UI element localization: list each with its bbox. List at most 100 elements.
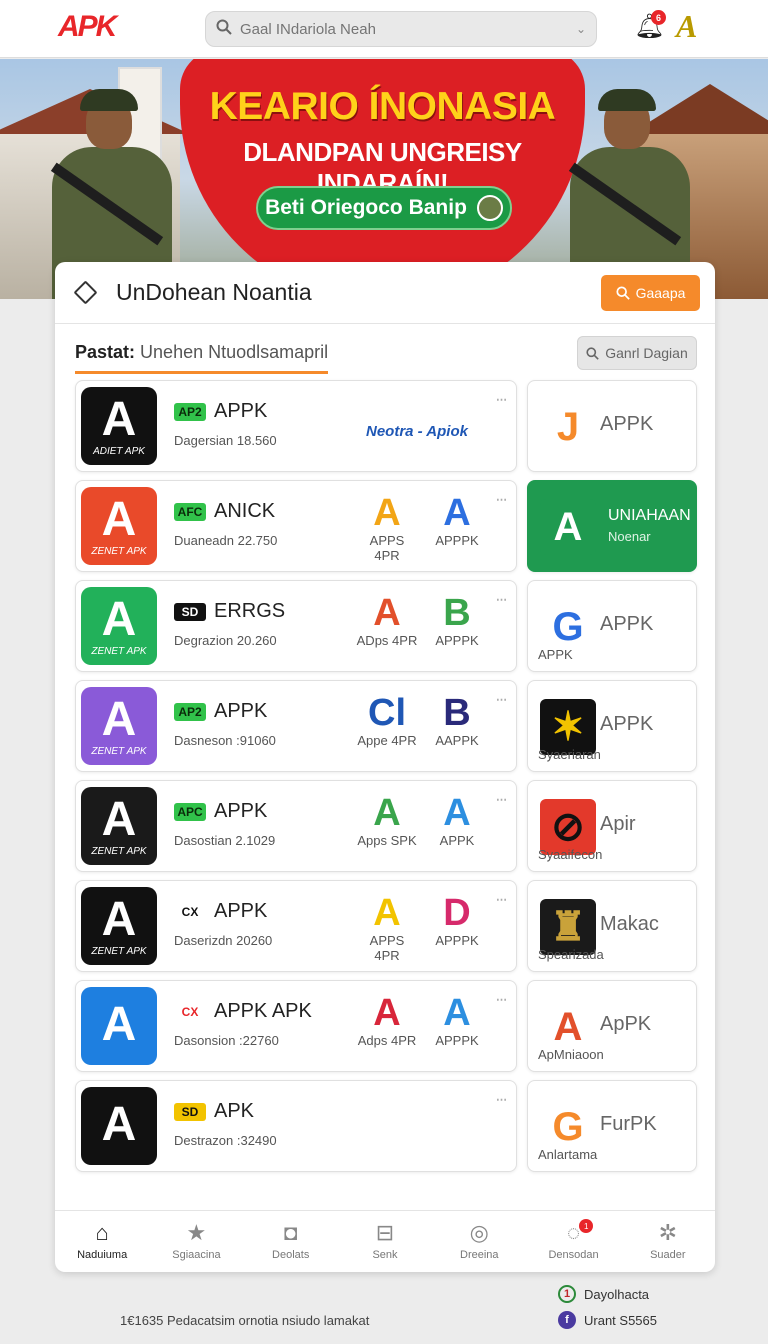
search-input[interactable] bbox=[240, 20, 576, 38]
app-logo-icon: A bbox=[101, 392, 137, 446]
app-list: A ADIET APK AP2 APPK Dagersian 18.560 ⋯ … bbox=[75, 380, 697, 1180]
nav-item-suader[interactable]: ✲ Suader bbox=[621, 1211, 715, 1272]
app-name: APPK APK bbox=[214, 1000, 312, 1022]
badge-icon bbox=[476, 195, 503, 221]
app-card[interactable]: A ZENET APK APC APPK Dasostian 2.1029 ⋯ … bbox=[75, 780, 517, 872]
nav-item-senk[interactable]: ⊟ Senk bbox=[338, 1211, 432, 1272]
app-description: Daserizdn 20260 bbox=[174, 933, 273, 948]
app-icon-caption: ZENET APK bbox=[91, 745, 147, 757]
related-app-subtitle: Syaeriaran bbox=[538, 747, 601, 762]
search-icon bbox=[216, 19, 232, 40]
app-tag: AP2 bbox=[174, 403, 206, 421]
related-app-card[interactable]: A ApPK ApMniaoon bbox=[527, 980, 697, 1072]
variant-label: APPPK bbox=[435, 1033, 479, 1048]
app-description: Dasonsion :22760 bbox=[174, 1033, 279, 1048]
variant-label: Apps SPK bbox=[357, 833, 417, 848]
variant-label: APPPK bbox=[435, 933, 479, 948]
app-variant-1[interactable]: A Adps 4PR bbox=[356, 993, 418, 1048]
related-app-subtitle: Anlartama bbox=[538, 1147, 598, 1162]
app-card[interactable]: A ZENET APK AP2 APPK Dasneson :91060 ⋯ C… bbox=[75, 680, 517, 772]
more-options-icon[interactable]: ⋯ bbox=[496, 793, 508, 806]
box-icon: ⊟ bbox=[375, 1220, 395, 1245]
app-variant-1[interactable]: A ADps 4PR bbox=[356, 593, 418, 648]
related-app-card[interactable]: G FurPK Anlartama bbox=[527, 1080, 697, 1172]
nav-item-deolats[interactable]: ◘ Deolats bbox=[244, 1211, 338, 1272]
app-logo-icon: A bbox=[101, 998, 137, 1051]
app-card[interactable]: A SD APK Destrazon :32490 ⋯ bbox=[75, 1080, 517, 1172]
more-options-icon[interactable]: ⋯ bbox=[496, 393, 508, 406]
related-app-card[interactable]: G APPK APPK bbox=[527, 580, 697, 672]
top-bar: APK ⌄ 🔔︎ 6 A bbox=[0, 0, 768, 58]
related-app-subtitle: APPK bbox=[538, 647, 573, 662]
app-variant-2[interactable]: B AAPPK bbox=[426, 693, 488, 748]
nav-item-sgiaacina[interactable]: ★ Sgiaacina bbox=[149, 1211, 243, 1272]
variant-logo-icon: A bbox=[443, 492, 471, 534]
app-logo-icon: A bbox=[101, 692, 137, 746]
app-row: A ADIET APK AP2 APPK Dagersian 18.560 ⋯ … bbox=[75, 380, 697, 480]
filter-value: Unehen Ntuodlsamapril bbox=[140, 342, 329, 362]
app-variant-1[interactable]: Cl Appe 4PR bbox=[356, 693, 418, 748]
panel-action-button[interactable]: Gaaapa bbox=[601, 275, 700, 311]
home-icon: ⌂ bbox=[95, 1220, 109, 1245]
app-variant-1[interactable]: A APPS 4PR bbox=[356, 493, 418, 563]
app-variant-2[interactable]: A APPPK bbox=[426, 993, 488, 1048]
related-app-subtitle: ApMniaoon bbox=[538, 1047, 604, 1062]
related-app-card[interactable]: ✶ APPK Syaeriaran bbox=[527, 680, 697, 772]
app-name: APPK bbox=[214, 900, 268, 922]
app-card[interactable]: A ZENET APK AFC ANICK Duaneadn 22.750 ⋯ … bbox=[75, 480, 517, 572]
app-icon-caption: ZENET APK bbox=[91, 945, 147, 957]
more-options-icon[interactable]: ⋯ bbox=[496, 893, 508, 906]
banner-cta-button[interactable]: Beti Oriegoco Banip bbox=[256, 186, 512, 230]
nav-item-naduiuma[interactable]: ⌂ Naduiuma bbox=[55, 1211, 149, 1272]
more-options-icon[interactable]: ⋯ bbox=[496, 593, 508, 606]
more-options-icon[interactable]: ⋯ bbox=[496, 693, 508, 706]
more-options-icon[interactable]: ⋯ bbox=[496, 1093, 508, 1106]
nav-label: Naduiuma bbox=[77, 1249, 128, 1261]
app-variant-1[interactable]: A Apps SPK bbox=[356, 793, 418, 848]
related-app-card[interactable]: ⊘ Apir Syaaifecon bbox=[527, 780, 697, 872]
variant-label: Appe 4PR bbox=[357, 733, 417, 748]
app-logo[interactable]: APK bbox=[58, 10, 117, 44]
app-card[interactable]: A CX APPK APK Dasonsion :22760 ⋯ A Adps … bbox=[75, 980, 517, 1072]
app-card[interactable]: A ZENET APK CX APPK Daserizdn 20260 ⋯ A … bbox=[75, 880, 517, 972]
related-app-subtitle: Syaaifecon bbox=[538, 847, 603, 862]
more-options-icon[interactable]: ⋯ bbox=[496, 493, 508, 506]
variant-logo-icon: A bbox=[443, 992, 471, 1034]
filter-tab[interactable]: Pastat: Unehen Ntuodlsamapril bbox=[75, 342, 329, 374]
social-link-1[interactable]: 1 Dayolhacta bbox=[558, 1285, 649, 1303]
app-variant-2[interactable]: B APPPK bbox=[426, 593, 488, 648]
variant-label: APPPK bbox=[435, 533, 479, 548]
social-link-1-label: Dayolhacta bbox=[584, 1286, 650, 1302]
chevron-down-icon[interactable]: ⌄ bbox=[576, 22, 586, 36]
app-variant-1[interactable]: A APPS 4PR bbox=[356, 893, 418, 963]
app-variant-2[interactable]: A APPK bbox=[426, 793, 488, 848]
app-variant-2[interactable]: D APPPK bbox=[426, 893, 488, 948]
related-app-name: FurPK bbox=[600, 1113, 657, 1135]
app-icon: A ZENET APK bbox=[81, 887, 157, 965]
related-app-card[interactable]: A UNIAHAAN Noenar bbox=[527, 480, 697, 572]
related-app-name: APPK bbox=[600, 413, 654, 435]
related-app-card[interactable]: ♜ Makac Spearizada bbox=[527, 880, 697, 972]
filter-row: Pastat: Unehen Ntuodlsamapril Ganrl Dagi… bbox=[75, 336, 697, 376]
more-options-icon[interactable]: ⋯ bbox=[496, 993, 508, 1006]
nav-item-dreeina[interactable]: ◎ Dreeina bbox=[432, 1211, 526, 1272]
app-card[interactable]: A ZENET APK SD ERRGS Degrazion 20.260 ⋯ … bbox=[75, 580, 517, 672]
related-app-card[interactable]: J APPK bbox=[527, 380, 697, 472]
app-row: A ZENET APK APC APPK Dasostian 2.1029 ⋯ … bbox=[75, 780, 697, 880]
nav-label: Sgiaacina bbox=[172, 1249, 221, 1261]
app-tag: AFC bbox=[174, 503, 206, 521]
account-icon[interactable]: A bbox=[676, 8, 697, 45]
app-description: Dasostian 2.1029 bbox=[174, 833, 276, 848]
app-card[interactable]: A ADIET APK AP2 APPK Dagersian 18.560 ⋯ … bbox=[75, 380, 517, 472]
nav-label: Deolats bbox=[272, 1249, 310, 1261]
variant-logo-icon: A bbox=[373, 592, 401, 634]
nav-item-densodan[interactable]: ◌ Densodan 1 bbox=[526, 1211, 620, 1272]
notifications-button[interactable]: 🔔︎ 6 bbox=[634, 10, 666, 42]
search-bar[interactable]: ⌄ bbox=[205, 11, 597, 47]
app-variant-2[interactable]: A APPPK bbox=[426, 493, 488, 548]
variant-label: APPS 4PR bbox=[369, 933, 405, 963]
app-name: ANICK bbox=[214, 500, 276, 522]
filter-search-button[interactable]: Ganrl Dagian bbox=[577, 336, 697, 370]
app-tag: APC bbox=[174, 803, 206, 821]
social-link-2[interactable]: f Urant S5565 bbox=[558, 1311, 657, 1329]
